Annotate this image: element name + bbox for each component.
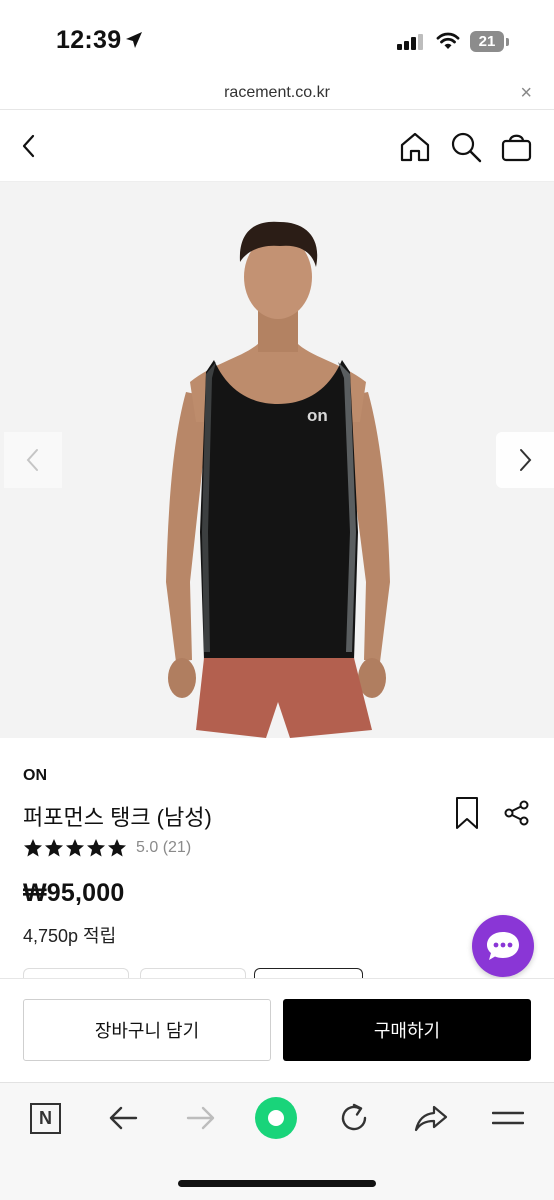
next-image-button[interactable] <box>496 432 554 488</box>
chat-bubble-icon <box>487 932 519 960</box>
search-icon[interactable] <box>449 130 483 164</box>
back-icon[interactable] <box>18 130 40 162</box>
prev-image-button[interactable] <box>4 432 62 488</box>
back-arrow-icon[interactable] <box>108 1105 138 1131</box>
forward-arrow-icon[interactable] <box>186 1105 216 1131</box>
refresh-icon[interactable] <box>338 1102 370 1134</box>
status-time: 12:39 <box>56 26 122 54</box>
menu-icon[interactable] <box>492 1109 524 1127</box>
star-icon <box>45 839 63 857</box>
signal-icon <box>397 34 423 50</box>
product-price: ₩95,000 <box>23 879 125 907</box>
close-icon[interactable]: × <box>520 82 532 105</box>
location-arrow-icon <box>126 32 142 48</box>
browser-url-bar: racement.co.kr × <box>0 78 554 110</box>
buy-now-button[interactable]: 구매하기 <box>283 999 531 1061</box>
star-icon <box>87 839 105 857</box>
star-icon <box>66 839 84 857</box>
battery-icon: 21 <box>470 31 504 52</box>
chat-button[interactable] <box>472 915 534 977</box>
star-icon <box>108 839 126 857</box>
naver-n-label: N <box>39 1108 52 1128</box>
battery-tip <box>506 38 509 46</box>
share-icon[interactable] <box>504 800 530 826</box>
status-bar: 12:39 21 <box>0 0 554 78</box>
url-text[interactable]: racement.co.kr <box>0 84 554 102</box>
naver-n-icon[interactable]: N <box>30 1103 61 1134</box>
shopping-bag-icon[interactable] <box>500 130 534 164</box>
chevron-left-icon <box>26 449 38 471</box>
star-icon <box>24 839 42 857</box>
bookmark-icon[interactable] <box>455 796 479 830</box>
app-header <box>0 110 554 182</box>
home-icon[interactable] <box>398 130 432 164</box>
add-to-cart-button[interactable]: 장바구니 담기 <box>23 999 271 1061</box>
chevron-right-icon <box>520 449 532 471</box>
rating-text[interactable]: 5.0 (21) <box>136 839 191 857</box>
model-illustration <box>166 221 390 738</box>
wifi-icon <box>436 32 460 49</box>
product-brand[interactable]: ON <box>23 767 47 785</box>
home-indicator <box>178 1180 376 1187</box>
star-rating <box>23 838 127 858</box>
product-name: 퍼포먼스 탱크 (남성) <box>23 805 212 830</box>
product-image[interactable]: on <box>0 182 554 738</box>
reward-points: 4,750p 적립 <box>23 926 117 946</box>
share-arrow-icon[interactable] <box>414 1104 448 1132</box>
purchase-bar: 장바구니 담기 구매하기 <box>0 978 554 1082</box>
green-dot-icon[interactable] <box>255 1097 297 1139</box>
on-logo: on <box>307 406 328 425</box>
